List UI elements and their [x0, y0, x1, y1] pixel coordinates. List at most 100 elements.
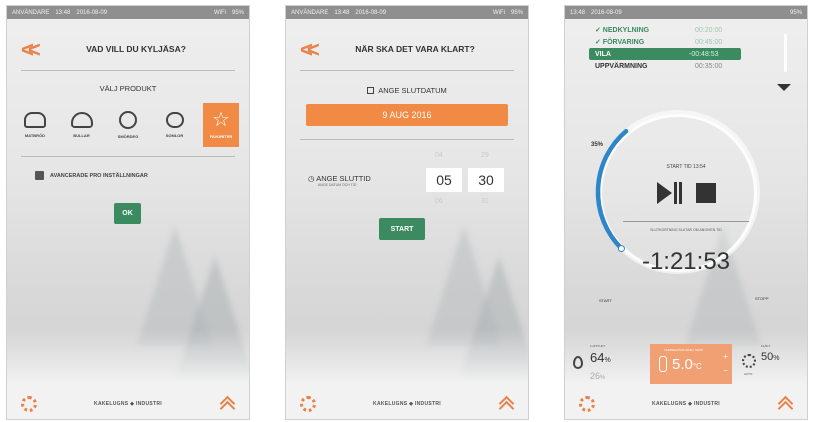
progress-percent: 35% — [591, 142, 604, 148]
fan-mode: AUTO — [744, 372, 753, 376]
user-label: ANVÄNDARE — [291, 9, 329, 16]
header: << NÄR SKA DET VARA KLART? — [286, 34, 528, 64]
humidity-setpoint: 26% — [590, 371, 606, 381]
advanced-settings-link[interactable]: AVANCERADE PRO INSTÄLLNINGAR — [35, 171, 148, 180]
product-matbrod[interactable]: MATBRÖD — [17, 103, 53, 147]
play-icon — [656, 182, 672, 204]
date: 2016-08-09 — [591, 9, 622, 16]
step-item[interactable]: UPPVÄRMNING 00:35:00 — [595, 60, 775, 72]
product-smordeg[interactable]: SMÖRDEG — [110, 103, 146, 147]
divider — [623, 221, 749, 222]
scrollbar[interactable] — [784, 34, 787, 72]
minute-picker[interactable]: 30 — [468, 168, 504, 192]
product-list: MATBRÖD BULLAR SMÖRDEG SOMLOR ☆ FAVORITE… — [17, 103, 239, 147]
time-label: ◷ ANGE SLUTTID ANGE DATUM OCH TID — [308, 174, 371, 187]
screen-end-time: ANVÄNDARE 13:48 2016-08-09 WiFi 95% << N… — [285, 5, 529, 420]
status-bar: ANVÄNDARE 13:48 2016-08-09 WiFi 95% — [7, 6, 249, 19]
pause-icon — [673, 182, 677, 204]
temperature-panel[interactable]: TEMPERATUR INNE I SKÅP 5.0°C + − — [650, 344, 732, 384]
date-picker[interactable]: 9 AUG 2016 — [306, 104, 508, 126]
temperature-label: TEMPERATUR INNE I SKÅP — [664, 348, 703, 352]
minute-prev: 29 — [481, 152, 489, 159]
gear-icon[interactable] — [579, 396, 595, 412]
clock-icon: ◷ — [308, 174, 317, 183]
playback-controls — [565, 182, 807, 204]
product-favoriter[interactable]: ☆ FAVORITER — [203, 103, 239, 147]
bun-icon — [70, 112, 93, 128]
divider — [300, 70, 514, 71]
humidity-label: LUFTFUKT. — [590, 344, 606, 348]
step-item[interactable]: ✓ FÖRVARING 00:45:00 — [595, 36, 775, 48]
battery: 95% — [231, 9, 244, 16]
clock: 13:48 — [334, 9, 350, 16]
start-time: START TID 13:54 — [666, 164, 706, 170]
page-title: NÄR SKA DET VARA KLART? — [355, 44, 475, 54]
semla-icon — [165, 112, 184, 128]
clock: 13:48 — [55, 9, 71, 16]
status-bar: ANVÄNDARE 13:48 2016-08-09 WiFi 95% — [286, 6, 528, 19]
star-icon: ☆ — [212, 109, 230, 131]
calendar-icon — [367, 87, 375, 94]
temperature-adjust[interactable]: + − — [723, 350, 728, 378]
divider — [21, 156, 235, 157]
user-label: ANVÄNDARE — [12, 9, 50, 16]
start-button[interactable]: START — [379, 218, 425, 240]
ok-button[interactable]: OK — [114, 203, 141, 224]
brand-logo: KAKELUGNS ◆ INDUSTRI — [652, 401, 720, 407]
date: 2016-08-09 — [355, 9, 387, 16]
back-icon[interactable]: << — [21, 37, 41, 63]
hour-next: 06 — [435, 198, 443, 205]
battery: 95% — [510, 9, 523, 16]
hour-prev: 04 — [435, 152, 443, 159]
date: 2016-08-09 — [76, 9, 108, 16]
minute-next: 31 — [481, 198, 489, 205]
footer: KAKELUGNS ◆ INDUSTRI — [565, 389, 807, 419]
screen-running-program: 13:48 2016-08-09 95% ✓ NEDKYLNING 00:20:… — [564, 5, 808, 420]
step-item-current[interactable]: VILA -00:48:53 — [589, 48, 741, 60]
clock: 13:48 — [570, 9, 586, 16]
divider — [300, 139, 514, 140]
countdown-timer: -1:21:53 — [641, 248, 731, 275]
chevron-up-icon[interactable] — [777, 396, 793, 412]
fan-label: FLÄKT — [761, 344, 771, 348]
date-label: ANGE SLUTDATUM — [286, 86, 528, 95]
pause-icon-bar — [678, 182, 682, 204]
stop-button[interactable] — [695, 183, 716, 203]
footer: KAKELUGNS ◆ INDUSTRI — [286, 389, 528, 419]
hour-picker[interactable]: 05 — [426, 168, 462, 192]
stop-label: STOPP — [755, 296, 769, 301]
step-item[interactable]: ✓ NEDKYLNING 00:20:00 — [595, 24, 775, 36]
start-label: START — [599, 298, 612, 303]
bread-icon — [24, 112, 46, 128]
play-pause-button[interactable] — [656, 182, 682, 204]
status-bar: 13:48 2016-08-09 95% — [565, 6, 807, 19]
gear-icon[interactable] — [21, 396, 37, 412]
wifi-icon: WiFi — [213, 9, 226, 16]
droplet-icon — [573, 356, 583, 369]
temperature-value: 5.0°C — [672, 356, 702, 373]
header: << VAD VILL DU KYLJÄSA? — [7, 34, 249, 64]
brand-logo: KAKELUGNS ◆ INDUSTRI — [94, 401, 162, 407]
wifi-icon: WiFi — [492, 9, 505, 16]
chevron-up-icon[interactable] — [498, 396, 514, 412]
product-somlor[interactable]: SOMLOR — [157, 103, 193, 147]
subtitle: VÄLJ PRODUKT — [99, 84, 157, 93]
fan-icon — [742, 354, 756, 368]
gear-icon[interactable] — [300, 396, 316, 412]
fan-value: 50% — [761, 351, 780, 363]
back-icon[interactable]: << — [300, 37, 320, 63]
chevron-up-icon[interactable] — [219, 396, 235, 412]
remaining-label: SLUTKORTNING SLUTAR OM ANGIVEN TID — [650, 228, 722, 232]
screen-product-select: ANVÄNDARE 13:48 2016-08-09 WiFi 95% << V… — [6, 5, 250, 420]
pastry-icon — [119, 111, 137, 129]
program-steps: ✓ NEDKYLNING 00:20:00 ✓ FÖRVARING 00:45:… — [589, 24, 775, 72]
battery: 95% — [789, 9, 802, 16]
divider — [21, 70, 235, 71]
brand-logo: KAKELUGNS ◆ INDUSTRI — [373, 401, 441, 407]
product-bullar[interactable]: BULLAR — [64, 103, 100, 147]
footer: KAKELUGNS ◆ INDUSTRI — [7, 389, 249, 419]
page-title: VAD VILL DU KYLJÄSA? — [86, 44, 186, 54]
settings-icon — [35, 171, 44, 180]
chevron-down-icon[interactable] — [777, 84, 791, 91]
thermometer-icon — [659, 356, 667, 372]
